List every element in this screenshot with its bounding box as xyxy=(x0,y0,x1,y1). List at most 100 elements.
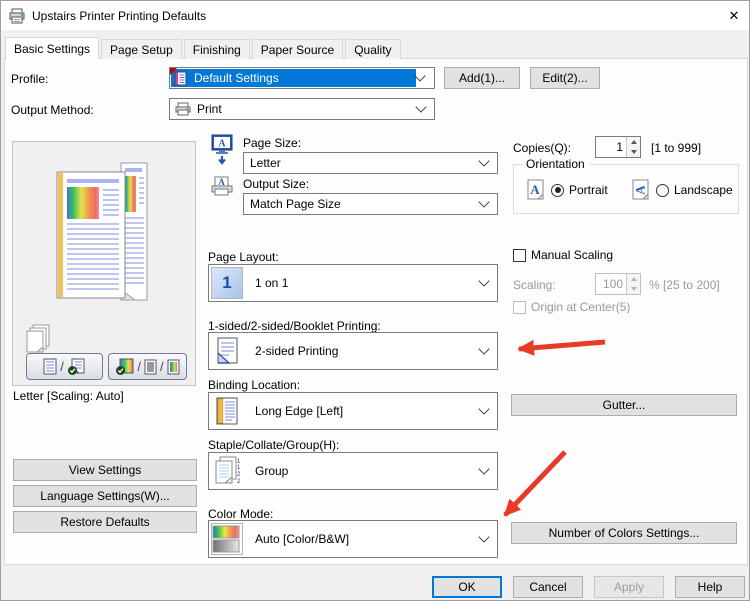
portrait-label: Portrait xyxy=(569,183,608,197)
monitor-page-icon: A xyxy=(211,134,233,166)
color-mode-value: Auto [Color/B&W] xyxy=(243,532,480,546)
sided-mode-toggle-button[interactable]: / xyxy=(26,353,103,380)
copies-spinner[interactable]: 1 xyxy=(595,136,641,158)
copies-label: Copies(Q): xyxy=(513,141,571,155)
color-mode-toggle-button[interactable]: / / xyxy=(108,353,187,380)
manual-scaling-label: Manual Scaling xyxy=(531,248,613,262)
help-button[interactable]: Help xyxy=(675,576,745,598)
modified-marker-icon xyxy=(170,68,177,75)
portrait-icon: A xyxy=(527,179,545,201)
chevron-down-icon xyxy=(478,275,489,286)
manual-scaling-checkbox[interactable]: Manual Scaling xyxy=(513,248,613,262)
one-on-one-icon: 1 xyxy=(211,267,243,299)
spin-up-button[interactable] xyxy=(627,137,640,147)
slash-separator: / xyxy=(137,359,141,374)
apply-button: Apply xyxy=(594,576,664,598)
page-layout-icon-glyph: 1 xyxy=(222,273,231,293)
bound-page-icon xyxy=(211,395,243,427)
chevron-down-icon xyxy=(478,155,489,166)
staple-label: Staple/Collate/Group(H): xyxy=(208,438,339,452)
page-layout-value: 1 on 1 xyxy=(243,276,480,290)
chevron-down-icon xyxy=(478,463,489,474)
scaling-spinner: 100 xyxy=(595,273,641,295)
two-sided-page-icon xyxy=(211,335,243,367)
number-of-colors-settings-button[interactable]: Number of Colors Settings... xyxy=(511,522,737,544)
chevron-down-icon xyxy=(478,196,489,207)
spin-down-button xyxy=(627,284,640,294)
print-preview-area: / / / xyxy=(12,141,196,386)
output-method-label: Output Method: xyxy=(11,103,94,117)
gutter-button[interactable]: Gutter... xyxy=(511,394,737,416)
cancel-button[interactable]: Cancel xyxy=(513,576,583,598)
page-layout-select[interactable]: 1 1 on 1 xyxy=(208,264,498,302)
duplex-label: 1-sided/2-sided/Booklet Printing: xyxy=(208,319,381,333)
page-size-select[interactable]: Letter xyxy=(243,152,498,174)
print-icon xyxy=(175,102,191,116)
preview-status-text: Letter [Scaling: Auto] xyxy=(13,389,124,403)
chevron-down-icon xyxy=(415,101,426,112)
printing-defaults-dialog: Upstairs Printer Printing Defaults ✕ Bas… xyxy=(0,0,750,601)
page-size-label: Page Size: xyxy=(243,136,301,150)
ok-button[interactable]: OK xyxy=(432,576,502,598)
landscape-icon: A xyxy=(632,179,650,201)
svg-text:A: A xyxy=(633,185,648,195)
window-title: Upstairs Printer Printing Defaults xyxy=(32,9,206,23)
tab-bar: Basic Settings Page Setup Finishing Pape… xyxy=(5,37,403,59)
tab-quality[interactable]: Quality xyxy=(345,39,400,59)
page-size-value: Letter xyxy=(244,156,480,170)
checkbox-box[interactable] xyxy=(513,249,526,262)
staple-select[interactable]: 1122 Group xyxy=(208,452,498,490)
origin-at-center-checkbox: Origin at Center(5) xyxy=(513,300,630,314)
output-size-value: Match Page Size xyxy=(244,197,480,211)
binding-select[interactable]: Long Edge [Left] xyxy=(208,392,498,430)
tab-finishing[interactable]: Finishing xyxy=(184,39,250,59)
one-sided-page-icon xyxy=(43,358,57,375)
edit-profile-button[interactable]: Edit(2)... xyxy=(530,67,600,89)
svg-text:2: 2 xyxy=(237,472,241,478)
landscape-option[interactable]: A Landscape xyxy=(632,179,733,201)
tab-paper-source[interactable]: Paper Source xyxy=(252,39,343,59)
origin-at-center-label: Origin at Center(5) xyxy=(531,300,630,314)
view-settings-button[interactable]: View Settings xyxy=(13,459,197,481)
profile-label: Profile: xyxy=(11,72,48,86)
two-sided-check-icon xyxy=(67,358,86,376)
grayscale-page-icon xyxy=(144,359,157,375)
svg-text:A: A xyxy=(218,139,226,150)
portrait-radio[interactable] xyxy=(551,184,564,197)
close-button[interactable]: ✕ xyxy=(717,1,750,30)
color-page-icon xyxy=(167,359,180,375)
printer-page-icon: A xyxy=(211,176,233,196)
color-grayscale-icon xyxy=(211,523,243,555)
chevron-down-icon xyxy=(478,403,489,414)
language-settings-button[interactable]: Language Settings(W)... xyxy=(13,485,197,507)
spin-up-button xyxy=(627,274,640,284)
svg-text:1: 1 xyxy=(237,465,241,471)
landscape-radio[interactable] xyxy=(656,184,669,197)
restore-defaults-button[interactable]: Restore Defaults xyxy=(13,511,197,533)
stacked-pages-icon xyxy=(25,324,55,356)
two-sided-preview-image xyxy=(55,160,155,310)
tab-page-setup[interactable]: Page Setup xyxy=(101,39,182,59)
tab-basic-settings[interactable]: Basic Settings xyxy=(5,37,99,60)
profile-select[interactable]: Default Settings xyxy=(169,67,435,89)
grouped-pages-icon: 1122 xyxy=(211,455,243,487)
color-mode-select[interactable]: Auto [Color/B&W] xyxy=(208,520,498,558)
spin-down-button[interactable] xyxy=(627,147,640,157)
chevron-down-icon xyxy=(478,531,489,542)
portrait-option[interactable]: A Portrait xyxy=(527,179,608,201)
profile-value: Default Settings xyxy=(188,71,416,85)
copies-value: 1 xyxy=(596,137,626,157)
orientation-legend: Orientation xyxy=(522,157,589,171)
chevron-down-icon xyxy=(478,343,489,354)
duplex-select[interactable]: 2-sided Printing xyxy=(208,332,498,370)
output-method-select[interactable]: Print xyxy=(169,98,435,120)
landscape-label: Landscape xyxy=(674,183,733,197)
orientation-group: Orientation A Portrait A Landscape xyxy=(513,164,739,214)
binding-label: Binding Location: xyxy=(208,378,300,392)
checkbox-box xyxy=(513,301,526,314)
color-page-check-icon xyxy=(115,358,134,376)
output-size-select[interactable]: Match Page Size xyxy=(243,193,498,215)
add-profile-button[interactable]: Add(1)... xyxy=(444,67,520,89)
output-size-label: Output Size: xyxy=(243,177,309,191)
scaling-range-label: % [25 to 200] xyxy=(649,278,720,292)
